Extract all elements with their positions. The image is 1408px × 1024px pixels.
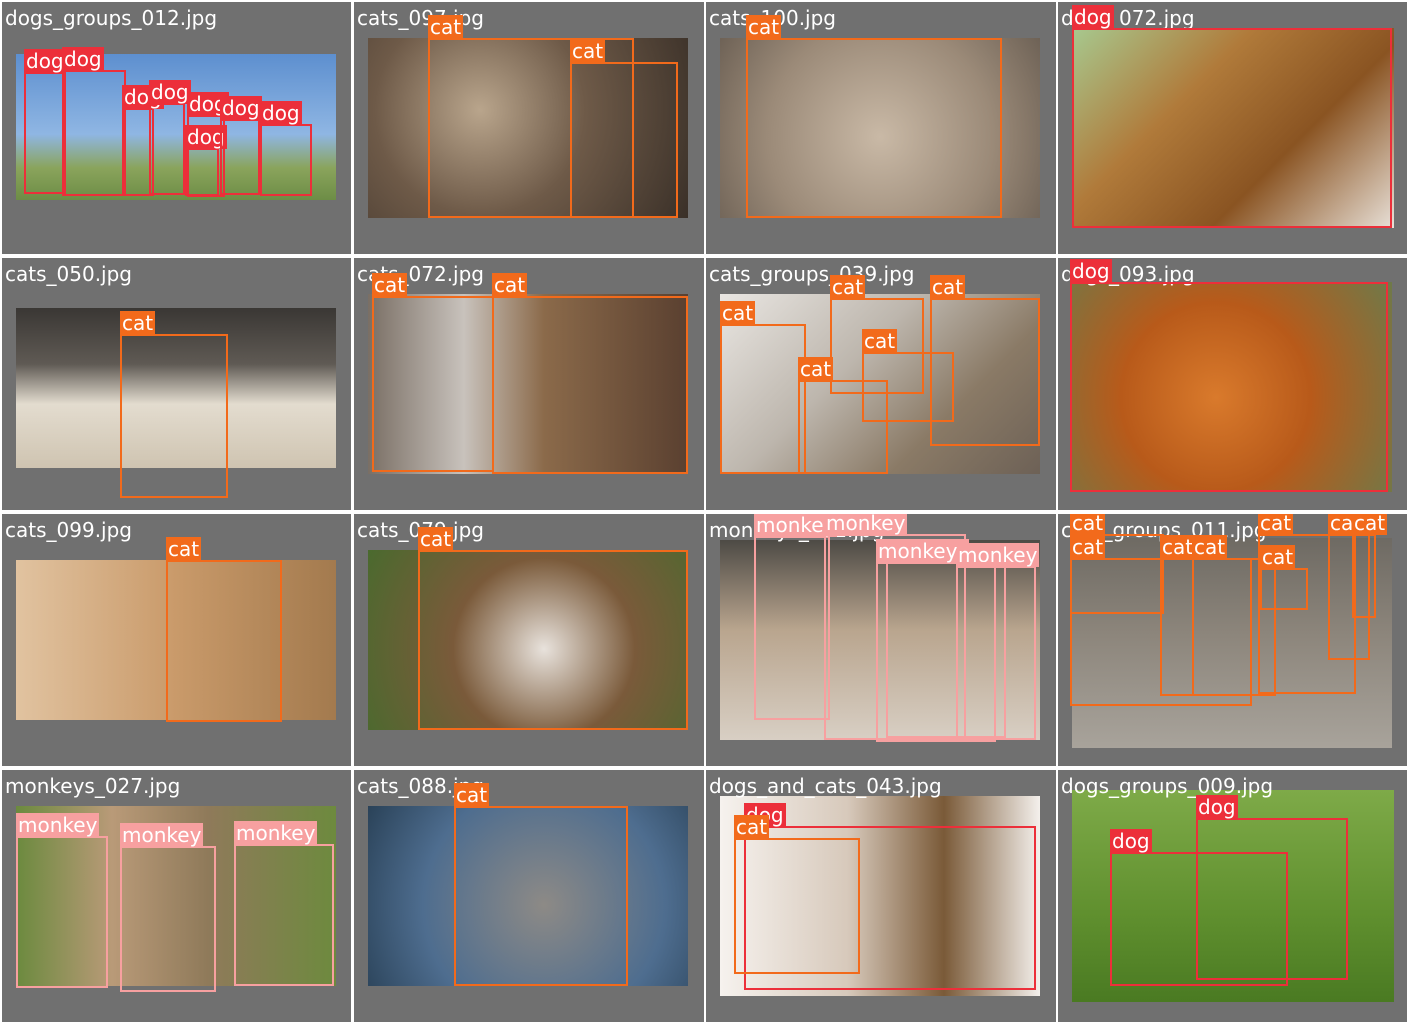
detection-label: cat [454,783,490,807]
image-tile[interactable]: dogs_groups_009.jpg dog dog [1058,770,1407,1022]
detection-label: dog [1110,829,1152,853]
image-tile[interactable]: dogs_093.jpg dog [1058,258,1407,510]
detection-box-dog: dog [185,125,227,196]
detection-label: cat [492,273,528,297]
detection-label: dog [24,49,66,73]
detection-box-cat: cat [1352,514,1388,618]
detection-label: cat [1352,514,1388,535]
image-tile[interactable]: monkeys_061.jpgmonkeymonkeymonkeymonkeym… [706,514,1056,766]
detection-box-monkey: monkey [16,813,108,988]
image-filename: cats_099.jpg [5,518,132,542]
detection-label: monkey [16,813,100,837]
detection-box-monkey: monkey [876,539,996,742]
detection-box-dog: dog [220,96,262,195]
detection-label: dog [1196,795,1238,819]
detection-label: monkey [120,823,204,847]
detection-box-cat: cat [120,311,228,498]
detection-label: cat [1260,545,1296,569]
detection-label: dog [1070,259,1112,283]
detection-label: cat [372,273,408,297]
image-tile[interactable]: monkeys_027.jpgmonkey monkey monkey [2,770,351,1022]
detection-box-cat: cat [166,537,282,722]
image-filename: cats_groups_039.jpg [709,262,915,286]
detection-box-cat: cat [418,527,688,730]
detection-label: cat [746,15,782,39]
image-tile[interactable]: dogs_and_cats_043.jpgdogcat [706,770,1056,1022]
detection-label: cat [1070,514,1106,535]
detection-label: dog [62,47,104,71]
detection-label: cat [1070,535,1106,559]
detection-box-dog: dog [24,49,66,194]
image-tile[interactable]: cats_097.jpg cat cat [354,2,704,254]
image-tile[interactable]: dogs_groups_012.jpg dog dog dog dog dog dog dog… [2,2,351,254]
detection-label: cat [1192,535,1228,559]
image-tile[interactable]: cats_072.jpg cat cat [354,258,704,510]
detection-label: cat [862,329,898,353]
image-filename: monkeys_027.jpg [5,774,181,798]
detection-box-cat: cat [862,329,954,422]
detection-label: monkey [876,539,960,563]
detection-label: dog [220,96,262,120]
detection-label: dog [149,80,191,104]
detection-label: cat [1160,535,1196,559]
detection-label: dog [1072,5,1114,29]
detection-box-dog: dog [260,101,312,196]
image-filename: cats_097.jpg [357,6,484,30]
detection-label: monkey [824,514,908,535]
detection-box-cat: cat [1260,545,1308,610]
detection-label: cat [120,311,156,335]
detection-label: cat [428,15,464,39]
image-filename: dogs_groups_012.jpg [5,6,218,30]
detection-box-cat: cat [454,783,628,986]
detection-label: cat [930,275,966,299]
detection-box-dog: dog [1070,259,1388,492]
detection-box-cat: cat [570,39,678,218]
image-tile[interactable]: cats_079.jpgcat [354,514,704,766]
detection-label: cat [720,301,756,325]
image-tile[interactable]: cats_088.jpg cat [354,770,704,1022]
detection-box-dog: dog [149,80,191,195]
detection-box-cat: cat [492,273,688,474]
detection-box-cat: cat [734,815,860,974]
image-tile[interactable]: cats_groups_011.jpg cat cat cat cat cat cat cat… [1058,514,1407,766]
detection-box-dog: dog [62,47,126,196]
detection-box-cat: cat [372,273,494,472]
image-tile[interactable]: cats_099.jpgcat [2,514,351,766]
image-filename: cats_050.jpg [5,262,132,286]
detection-label: cat [166,537,202,561]
detection-box-monkey: monkey [234,821,334,986]
image-filename: dogs_and_cats_043.jpg [709,774,942,798]
detection-label: cat [734,815,770,839]
detection-box-dog: dog [1110,829,1288,986]
detection-label: dog [260,101,302,125]
image-tile[interactable]: cats_100.jpgcat [706,2,1056,254]
detection-box-cat: cat [720,301,806,474]
image-tile[interactable]: cats_050.jpgcat [2,258,351,510]
detection-label: monkey [234,821,318,845]
detection-box-dog: dog [1072,5,1392,228]
detection-box-cat: cat [746,15,1002,218]
detection-box-monkey: monkey [120,823,216,992]
image-filename: dogs_groups_009.jpg [1061,774,1274,798]
detection-label: cat [570,39,606,63]
image-tile[interactable]: cats_groups_039.jpg cat cat cat cat cat [706,258,1056,510]
detection-box-monkey: monkey [754,514,838,720]
detection-label: cat [830,275,866,299]
detection-label: cat [418,527,454,551]
detection-label: cat [798,357,834,381]
image-tile[interactable]: dogs_072.jpg dog [1058,2,1407,254]
detection-label: cat [1258,514,1294,535]
